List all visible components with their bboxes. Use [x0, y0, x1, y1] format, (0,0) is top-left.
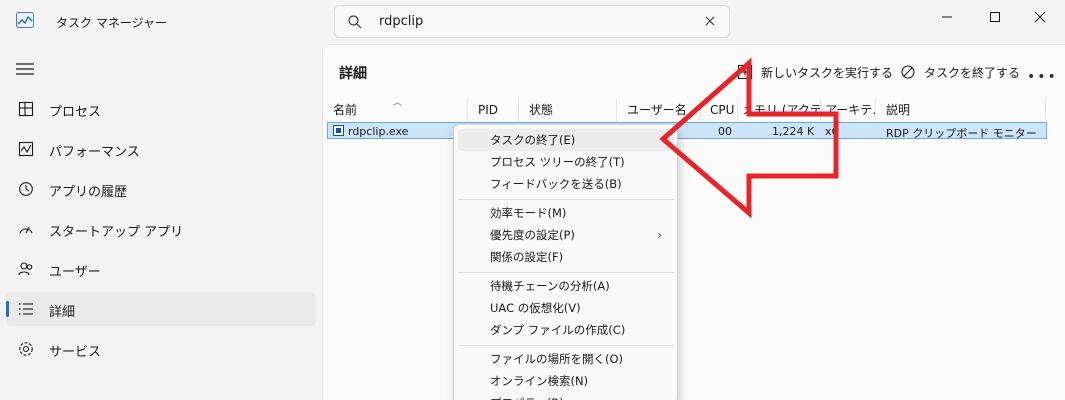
cell-cpu: 00: [718, 125, 732, 138]
selected-indicator: [6, 301, 9, 317]
more-options-button[interactable]: •••: [1027, 69, 1058, 85]
menu-item-end-process-tree[interactable]: プロセス ツリーの終了(T): [458, 151, 674, 173]
menu-item-set-affinity[interactable]: 関係の設定(F): [458, 246, 674, 268]
end-task-button[interactable]: タスクを終了する: [900, 59, 1020, 85]
search-box[interactable]: rdpclip: [334, 5, 730, 38]
clear-search-icon[interactable]: [703, 14, 717, 28]
hamburger-menu-icon[interactable]: [16, 62, 34, 76]
menu-item-efficiency-mode[interactable]: 効率モード(M): [458, 202, 674, 224]
services-icon: [19, 342, 33, 356]
end-task-icon: [901, 65, 915, 79]
sidebar-item-label: プロセス: [49, 105, 102, 120]
menu-separator: [458, 272, 674, 273]
sidebar-item-label: 詳細: [49, 305, 76, 320]
column-header-description[interactable]: 説明: [876, 99, 1046, 121]
sidebar-item-services[interactable]: サービス: [6, 332, 316, 366]
sidebar-item-details[interactable]: 詳細: [6, 292, 316, 326]
processes-icon: [18, 101, 34, 117]
context-menu: タスクの終了(E) プロセス ツリーの終了(T) フィードバックを送る(B) 効…: [453, 124, 678, 400]
sidebar-item-label: ユーザー: [49, 265, 101, 280]
column-header-memory[interactable]: メモリ (アクテ…: [738, 99, 821, 121]
search-input[interactable]: rdpclip: [379, 14, 423, 29]
column-header-architecture[interactable]: アーキテ…: [821, 99, 876, 121]
details-panel: 詳細 新しいタスクを実行する タスクを終了する ••• 名前 ︿ PID 状態 …: [322, 44, 1065, 400]
maximize-button[interactable]: [975, 6, 1015, 28]
sidebar-item-processes[interactable]: プロセス: [6, 92, 316, 126]
sort-ascending-icon: ︿: [393, 98, 403, 108]
new-task-icon: [737, 64, 753, 80]
minimize-icon: [942, 16, 952, 18]
task-manager-app-icon: [16, 12, 34, 28]
close-window-button[interactable]: [1020, 6, 1060, 28]
sidebar-item-label: サービス: [49, 345, 102, 360]
maximize-icon: [990, 12, 1000, 22]
sidebar-item-label: アプリの履歴: [49, 185, 128, 200]
menu-item-properties[interactable]: プロパティ(R): [458, 392, 674, 400]
cell-architecture: x6: [825, 125, 839, 138]
menu-item-analyze-wait-chain[interactable]: 待機チェーンの分析(A): [458, 275, 674, 297]
column-header-pid[interactable]: PID: [468, 99, 519, 121]
column-header-status[interactable]: 状態: [519, 99, 617, 121]
table-row[interactable]: rdpclip.exe 00 1,224 K x6 RDP クリップボード モニ…: [327, 122, 1047, 140]
menu-separator: [458, 345, 674, 346]
users-icon: [18, 262, 33, 276]
menu-item-label: 優先度の設定(P): [490, 228, 575, 242]
cell-name: rdpclip.exe: [348, 125, 409, 138]
sidebar-item-startup-apps[interactable]: スタートアップ アプリ: [6, 212, 316, 246]
menu-item-end-task[interactable]: タスクの終了(E): [458, 129, 674, 151]
search-icon: [348, 15, 362, 29]
run-new-task-button[interactable]: 新しいタスクを実行する: [737, 59, 893, 85]
performance-icon: [18, 141, 34, 157]
startup-icon: [19, 226, 33, 234]
column-header-username[interactable]: ユーザー名: [617, 99, 701, 121]
app-title: タスク マネージャー: [56, 16, 167, 30]
cell-description: RDP クリップボード モニター: [886, 127, 1037, 140]
menu-item-create-dump-file[interactable]: ダンプ ファイルの作成(C): [458, 319, 674, 341]
sidebar-item-performance[interactable]: パフォーマンス: [6, 132, 316, 166]
sidebar: プロセス パフォーマンス アプリの履歴 スタートアップ アプリ ユーザー 詳細 …: [0, 44, 322, 400]
run-new-task-label: 新しいタスクを実行する: [761, 65, 894, 80]
page-title: 詳細: [339, 66, 367, 82]
sidebar-item-label: パフォーマンス: [49, 145, 140, 160]
app-history-icon: [19, 182, 33, 196]
end-task-label: タスクを終了する: [924, 65, 1021, 80]
sidebar-item-app-history[interactable]: アプリの履歴: [6, 172, 316, 206]
submenu-chevron-icon: ›: [657, 228, 662, 242]
process-icon: [333, 125, 344, 136]
menu-item-search-online[interactable]: オンライン検索(N): [458, 370, 674, 392]
menu-item-uac-virtualization[interactable]: UAC の仮想化(V): [458, 297, 674, 319]
menu-item-set-priority[interactable]: 優先度の設定(P) ›: [458, 224, 674, 246]
sidebar-item-label: スタートアップ アプリ: [49, 225, 184, 240]
sidebar-item-users[interactable]: ユーザー: [6, 252, 316, 286]
cell-memory: 1,224 K: [772, 125, 815, 138]
menu-item-open-file-location[interactable]: ファイルの場所を開く(O): [458, 348, 674, 370]
menu-item-send-feedback[interactable]: フィードバックを送る(B): [458, 173, 674, 195]
close-icon: [1034, 11, 1046, 23]
details-icon: [19, 303, 33, 315]
menu-separator: [458, 199, 674, 200]
minimize-button[interactable]: [927, 6, 967, 28]
title-bar: タスク マネージャー rdpclip: [0, 0, 1065, 44]
column-header-cpu[interactable]: CPU: [701, 99, 738, 121]
